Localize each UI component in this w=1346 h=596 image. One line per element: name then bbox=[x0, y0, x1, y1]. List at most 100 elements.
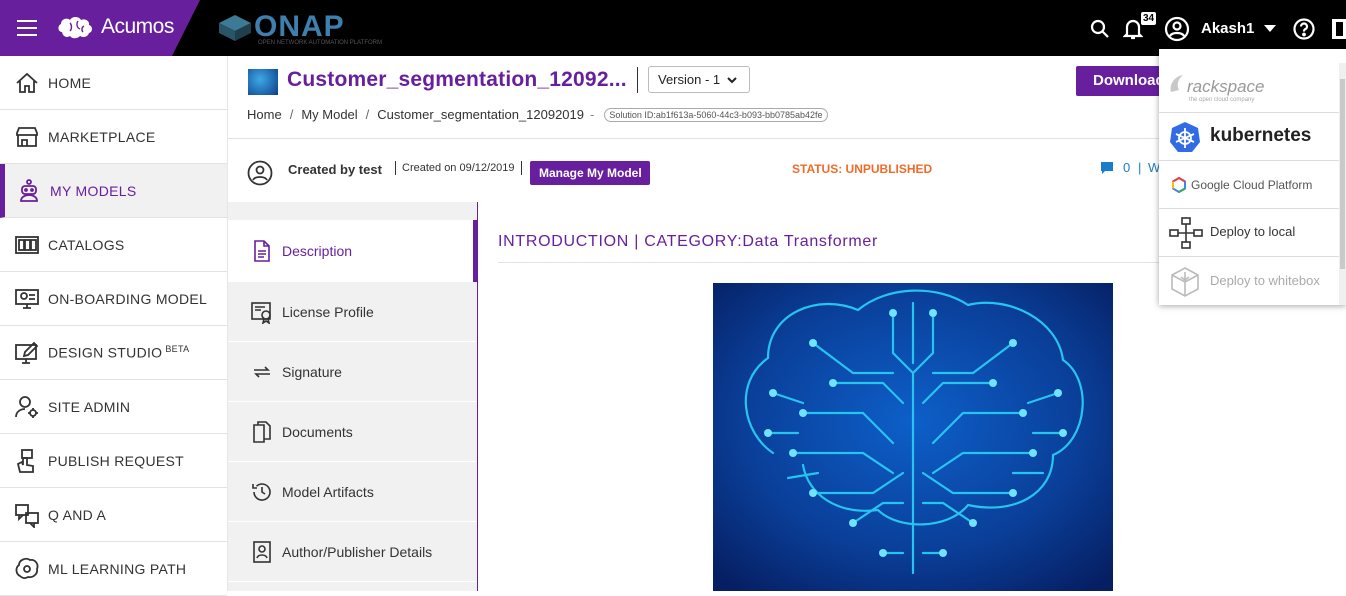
tab-label: Description bbox=[282, 242, 353, 259]
sidebar: HOME MARKETPLACE MY MODELS CATALOGS ON-B… bbox=[0, 56, 228, 596]
sidebar-item-marketplace[interactable]: MARKETPLACE bbox=[0, 110, 227, 164]
sidebar-item-label: PUBLISH REQUEST bbox=[48, 452, 184, 469]
sidebar-item-label: CATALOGS bbox=[48, 236, 125, 253]
status-badge: STATUS: UNPUBLISHED bbox=[792, 162, 933, 176]
sidebar-item-label: MY MODELS bbox=[50, 182, 137, 199]
brain-gear-icon bbox=[15, 557, 39, 579]
history-icon bbox=[252, 482, 271, 501]
breadcrumb-separator: / bbox=[365, 107, 370, 122]
tab-license-profile[interactable]: License Profile bbox=[228, 282, 477, 342]
top-bar: Acumos ONAP OPEN NETWORK AUTOMATION PLAT… bbox=[0, 0, 1346, 56]
google-cloud-logo-icon bbox=[1172, 177, 1186, 193]
deploy-kubernetes[interactable]: kubernetes bbox=[1159, 113, 1339, 161]
model-title: Customer_segmentation_12092... bbox=[287, 68, 627, 91]
deploy-whitebox[interactable]: Deploy to whitebox bbox=[1159, 257, 1339, 305]
documents-icon bbox=[253, 420, 271, 443]
tab-description[interactable]: Description bbox=[228, 220, 487, 282]
search-icon[interactable] bbox=[1090, 19, 1110, 39]
document-icon bbox=[254, 239, 270, 262]
deploy-google-cloud[interactable]: Google Cloud Platform bbox=[1159, 161, 1339, 209]
solution-id-badge: Solution ID:ab1f613a-5060-44c3-b093-bb07… bbox=[604, 107, 828, 122]
tab-label: Documents bbox=[282, 423, 353, 440]
storefront-icon bbox=[16, 126, 38, 147]
comment-separator: | bbox=[1138, 160, 1142, 175]
sidebar-item-label: HOME bbox=[48, 74, 92, 91]
tab-author-publisher-details[interactable]: Author/Publisher Details bbox=[228, 522, 477, 582]
sidebar-item-onboarding-model[interactable]: ON-BOARDING MODEL bbox=[0, 272, 227, 326]
sidebar-item-ml-learning-path[interactable]: ML LEARNING PATH bbox=[0, 542, 227, 596]
tab-signature[interactable]: Signature bbox=[228, 342, 477, 402]
google-cloud-label: Google Cloud Platform bbox=[1191, 178, 1313, 192]
tab-label: License Profile bbox=[282, 303, 374, 320]
rackspace-logo-icon bbox=[1170, 75, 1183, 92]
home-icon bbox=[16, 72, 38, 93]
tab-model-artifacts[interactable]: Model Artifacts bbox=[228, 462, 477, 522]
sidebar-item-home[interactable]: HOME bbox=[0, 56, 227, 110]
logout-icon[interactable] bbox=[1332, 19, 1346, 39]
onap-logo: ONAP bbox=[254, 10, 345, 43]
robot-icon bbox=[20, 178, 38, 202]
onap-cube-icon bbox=[219, 15, 251, 41]
brain-logo-icon[interactable] bbox=[56, 14, 96, 42]
beta-badge: BETA bbox=[165, 344, 190, 355]
intro-heading: INTRODUCTION | CATEGORY:Data Transformer bbox=[498, 233, 879, 250]
breadcrumb-current: Customer_segmentation_12092019 bbox=[377, 107, 584, 122]
deploy-menu-scroll-thumb[interactable] bbox=[1340, 79, 1345, 269]
license-icon bbox=[251, 301, 271, 324]
tab-label: Model Artifacts bbox=[282, 483, 374, 500]
comment-icon[interactable] bbox=[1100, 161, 1114, 175]
sidebar-item-label: MARKETPLACE bbox=[48, 128, 156, 145]
created-on: Created on 09/12/2019 bbox=[395, 161, 522, 175]
rackspace-tagline: the open cloud company bbox=[1189, 97, 1255, 103]
sidebar-item-catalogs[interactable]: CATALOGS bbox=[0, 218, 227, 272]
version-value: Version - 1 bbox=[658, 72, 721, 87]
breadcrumb-separator: / bbox=[289, 107, 294, 122]
notification-bell-icon[interactable] bbox=[1123, 18, 1143, 40]
breadcrumb-my-model[interactable]: My Model bbox=[301, 107, 357, 122]
model-thumbnail bbox=[248, 69, 278, 95]
kubernetes-logo-icon bbox=[1170, 122, 1200, 152]
breadcrumb: Home / My Model / Customer_segmentation_… bbox=[247, 107, 836, 122]
user-menu-caret-icon[interactable] bbox=[1264, 25, 1276, 33]
deploy-local[interactable]: Deploy to local bbox=[1159, 209, 1339, 257]
catalog-icon bbox=[15, 235, 39, 254]
notification-count-badge: 34 bbox=[1141, 12, 1157, 25]
network-icon bbox=[1169, 217, 1203, 249]
deploy-local-label: Deploy to local bbox=[1210, 224, 1296, 239]
tab-documents[interactable]: Documents bbox=[228, 402, 477, 462]
sidebar-item-label: SITE ADMIN bbox=[48, 398, 131, 415]
sidebar-item-q-and-a[interactable]: Q AND A bbox=[0, 488, 227, 542]
breadcrumb-home[interactable]: Home bbox=[247, 107, 282, 122]
manage-my-model-button[interactable]: Manage My Model bbox=[530, 161, 650, 185]
signature-icon bbox=[254, 365, 270, 378]
deploy-whitebox-label: Deploy to whitebox bbox=[1210, 273, 1320, 288]
hamburger-menu-icon[interactable] bbox=[17, 20, 37, 36]
sidebar-item-design-studio[interactable]: DESIGN STUDIO BETA bbox=[0, 326, 227, 380]
user-avatar-icon bbox=[247, 160, 273, 186]
account-circle-icon[interactable] bbox=[1164, 16, 1190, 42]
whitebox-cube-icon bbox=[1171, 267, 1199, 297]
chevron-down-icon bbox=[727, 77, 737, 84]
sidebar-item-publish-request[interactable]: PUBLISH REQUEST bbox=[0, 434, 227, 488]
onap-tagline: OPEN NETWORK AUTOMATION PLATFORM bbox=[258, 40, 383, 46]
deploy-menu: rackspace the open cloud company kuberne… bbox=[1159, 49, 1346, 305]
deploy-rackspace[interactable]: rackspace the open cloud company bbox=[1159, 63, 1339, 113]
help-icon[interactable] bbox=[1293, 18, 1315, 40]
author-icon bbox=[253, 540, 271, 563]
admin-icon bbox=[15, 395, 38, 418]
sidebar-item-label: ON-BOARDING MODEL bbox=[48, 290, 208, 307]
qa-icon bbox=[15, 503, 39, 528]
sidebar-item-my-models[interactable]: MY MODELS bbox=[0, 164, 227, 218]
created-by: Created by test bbox=[288, 162, 382, 177]
brand-name[interactable]: Acumos bbox=[101, 15, 174, 39]
version-select[interactable]: Version - 1 bbox=[648, 66, 750, 93]
comment-count[interactable]: 0 bbox=[1123, 160, 1130, 175]
sidebar-item-label: ML LEARNING PATH bbox=[48, 560, 187, 577]
model-detail-tabs: Description License Profile Signature Do… bbox=[228, 202, 487, 591]
sidebar-item-site-admin[interactable]: SITE ADMIN bbox=[0, 380, 227, 434]
rackspace-label: rackspace bbox=[1187, 77, 1265, 96]
design-icon bbox=[15, 341, 39, 364]
title-divider bbox=[637, 67, 638, 93]
username[interactable]: Akash1 bbox=[1201, 20, 1254, 37]
onboarding-icon bbox=[15, 288, 39, 309]
